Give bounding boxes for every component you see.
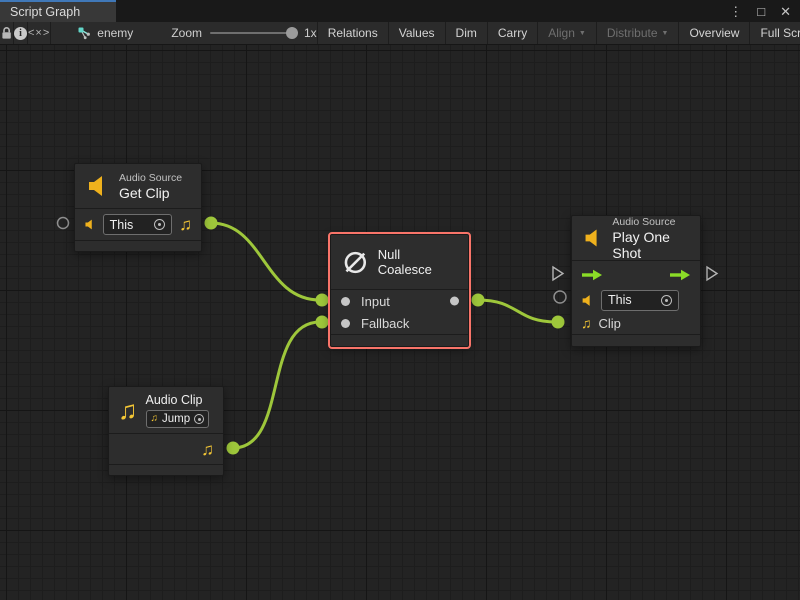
preview-code-button[interactable]: <×> — [28, 22, 51, 44]
tab-script-graph[interactable]: Script Graph — [0, 0, 116, 22]
audio-source-icon — [86, 174, 110, 198]
node-title: Play One Shot — [612, 229, 689, 261]
dim-button[interactable]: Dim — [445, 22, 487, 44]
target-row: This ♫ — [75, 209, 201, 240]
script-graph-icon — [77, 26, 91, 40]
info-icon: i — [14, 27, 27, 40]
script-graph-window: Script Graph ⋮ □ ✕ i <×> — [0, 0, 800, 600]
graph-canvas[interactable]: Audio Source Get Clip This ♫ — [0, 45, 800, 600]
note-icon: ♫ — [151, 414, 159, 424]
get-clip-output-port[interactable] — [205, 217, 218, 230]
lock-button[interactable] — [0, 22, 14, 44]
wire-output-to-clip — [478, 300, 556, 322]
full-screen-button[interactable]: Full Screen — [749, 22, 800, 44]
this-field[interactable]: This — [601, 290, 679, 311]
align-dropdown[interactable]: Align ▼ — [537, 22, 596, 44]
audio-clip-output-port[interactable] — [227, 442, 240, 455]
zoom-value: 1x — [304, 26, 317, 40]
fallback-row: Fallback — [331, 312, 468, 334]
chevron-down-icon: ▼ — [579, 30, 586, 37]
node-header: ♫ Audio Clip ♫ Jump — [109, 387, 223, 433]
audio-source-icon — [581, 294, 594, 307]
input-row: Input — [331, 290, 468, 312]
node-title: Get Clip — [119, 185, 182, 201]
breadcrumb[interactable]: enemy — [51, 22, 145, 44]
title-bar: Script Graph ⋮ □ ✕ — [0, 0, 800, 22]
wire-audioclip-to-fallback — [233, 322, 320, 448]
flow-out-port[interactable] — [707, 267, 717, 280]
play-one-shot-clip-port[interactable] — [552, 316, 565, 329]
node-header: Audio Source Get Clip — [75, 164, 201, 208]
node-title: Null Coalesce — [378, 247, 457, 277]
audio-source-icon — [84, 218, 96, 231]
clip-note-icon: ♫ — [581, 316, 592, 330]
tab-label: Script Graph — [10, 5, 80, 19]
carry-button[interactable]: Carry — [487, 22, 537, 44]
window-menu-icon[interactable]: ⋮ — [729, 5, 742, 18]
distribute-dropdown[interactable]: Distribute ▼ — [596, 22, 679, 44]
lock-icon — [0, 26, 13, 40]
values-button[interactable]: Values — [388, 22, 445, 44]
graph-toolbar: i <×> enemy Zoom 1x Relations — [0, 22, 800, 45]
node-header: Null Coalesce — [331, 235, 468, 289]
null-coalesce-icon — [342, 249, 369, 276]
flow-row — [572, 261, 700, 288]
audio-source-icon — [583, 226, 603, 250]
null-coalesce-fallback-port[interactable] — [316, 316, 329, 329]
audio-clip-output-icon: ♫ — [201, 441, 214, 458]
relations-button[interactable]: Relations — [317, 22, 388, 44]
input-port-dot[interactable] — [341, 297, 350, 306]
null-coalesce-input-port[interactable] — [316, 294, 329, 307]
zoom-label: Zoom — [171, 26, 202, 40]
fallback-port-dot[interactable] — [341, 319, 350, 328]
zoom-slider[interactable] — [210, 32, 296, 34]
flow-in-port[interactable] — [553, 267, 563, 280]
object-picker-icon[interactable] — [661, 295, 672, 306]
node-get-clip[interactable]: Audio Source Get Clip This ♫ — [74, 163, 202, 252]
null-coalesce-output-port[interactable] — [472, 294, 485, 307]
output-row: ♫ — [109, 434, 223, 464]
clip-row: ♫ Clip — [572, 312, 700, 334]
flow-out-arrow-icon[interactable] — [669, 269, 691, 281]
inspect-button[interactable]: i — [14, 22, 28, 44]
maximize-icon[interactable]: □ — [757, 5, 765, 18]
flow-in-arrow-icon[interactable] — [581, 269, 603, 281]
audio-clip-icon: ♫ — [118, 397, 138, 423]
audio-clip-output-icon: ♫ — [179, 216, 192, 233]
result-port-dot[interactable] — [450, 297, 459, 306]
object-picker-icon[interactable] — [194, 414, 204, 424]
node-audio-clip[interactable]: ♫ Audio Clip ♫ Jump ♫ — [108, 386, 224, 476]
this-field[interactable]: This — [103, 214, 173, 235]
graph-name: enemy — [97, 26, 133, 40]
code-icon: <×> — [28, 27, 50, 39]
node-title: Audio Clip — [146, 393, 210, 407]
chevron-down-icon: ▼ — [662, 30, 669, 37]
node-play-one-shot[interactable]: Audio Source Play One Shot — [571, 215, 701, 347]
close-icon[interactable]: ✕ — [780, 5, 791, 18]
object-picker-icon[interactable] — [154, 219, 165, 230]
wire-getclip-to-input — [211, 223, 320, 300]
toolbar-buttons: Relations Values Dim Carry Align ▼ Distr… — [317, 22, 800, 44]
zoom-slider-handle[interactable] — [286, 27, 298, 39]
node-null-coalesce[interactable]: Null Coalesce Input Fallback — [330, 234, 469, 347]
overview-button[interactable]: Overview — [678, 22, 749, 44]
node-category: Audio Source — [612, 216, 689, 228]
target-row: This — [572, 288, 700, 312]
node-category: Audio Source — [119, 172, 182, 184]
node-header: Audio Source Play One Shot — [572, 216, 700, 260]
get-clip-target-port[interactable] — [58, 218, 69, 229]
play-one-shot-target-port[interactable] — [554, 291, 566, 303]
variable-field[interactable]: ♫ Jump — [146, 410, 210, 428]
